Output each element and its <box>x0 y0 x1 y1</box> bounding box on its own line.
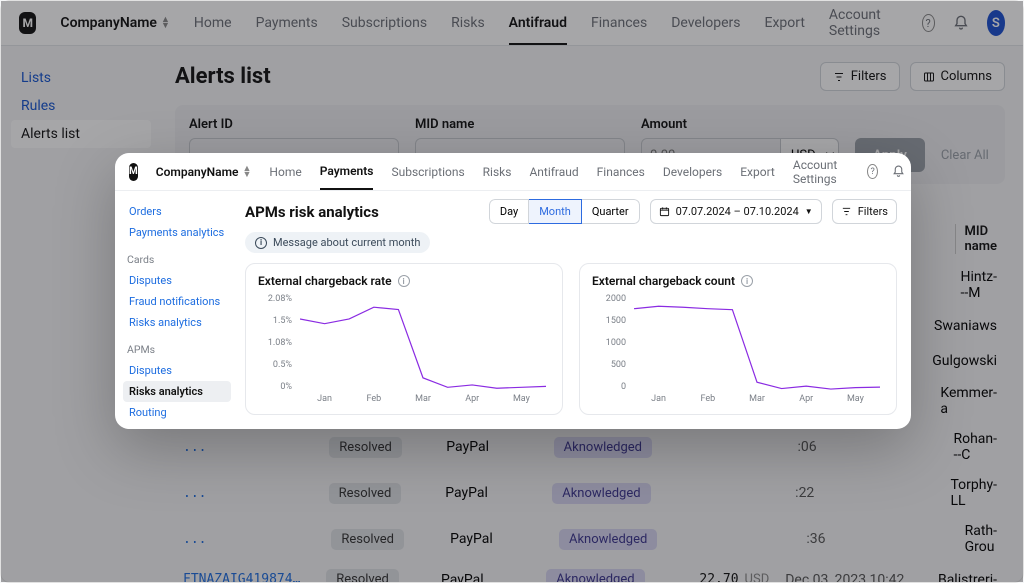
sidebar-section-header: APMs <box>127 343 231 356</box>
modal-sidebar-item[interactable]: Risks analytics <box>123 312 231 333</box>
x-tick: Mar <box>398 394 447 408</box>
chevron-sort-icon: ▲▼ <box>243 166 252 178</box>
sidebar-section-header: Cards <box>127 253 231 266</box>
segment-day[interactable]: Day <box>489 199 529 224</box>
modal-nav-risks[interactable]: Risks <box>483 165 512 179</box>
chart-title: External chargeback rate <box>258 274 392 288</box>
x-tick: Apr <box>448 394 497 408</box>
modal-sidebar-item[interactable]: Routing <box>123 402 231 423</box>
y-tick: 1500 <box>592 316 626 326</box>
modal-page-title: APMs risk analytics <box>245 203 379 221</box>
chart-card: External chargeback count i 2000 1500 1000 50… <box>579 263 897 415</box>
modal-nav-payments[interactable]: Payments <box>320 164 374 190</box>
help-icon[interactable]: ? <box>867 164 878 179</box>
modal-filters-button[interactable]: Filters <box>832 199 897 224</box>
modal-sidebar-item[interactable]: Payment links <box>123 423 231 429</box>
modal-company-switcher[interactable]: CompanyName ▲▼ <box>156 165 252 179</box>
modal-sidebar-item[interactable]: Orders <box>123 201 231 222</box>
y-tick: 0% <box>258 382 292 392</box>
modal-nav-subscriptions[interactable]: Subscriptions <box>391 165 464 179</box>
modal-account-settings-link[interactable]: Account Settings <box>793 158 854 186</box>
modal-sidebar-item[interactable]: Disputes <box>123 270 231 291</box>
message-pill: i Message about current month <box>245 232 430 253</box>
y-tick: 0.5% <box>258 360 292 370</box>
x-tick: Jan <box>634 394 683 408</box>
modal-logo-icon: M <box>129 163 138 181</box>
segment-month[interactable]: Month <box>529 199 582 224</box>
modal-sidebar: OrdersPayments analyticsCardsDisputesFra… <box>115 191 239 429</box>
time-segment: DayMonthQuarter <box>489 199 640 224</box>
x-tick: Feb <box>683 394 732 408</box>
segment-quarter[interactable]: Quarter <box>582 199 640 224</box>
y-tick: 2.08% <box>258 294 292 304</box>
x-tick: Jan <box>300 394 349 408</box>
bell-icon[interactable] <box>892 163 905 181</box>
modal-nav-finances[interactable]: Finances <box>597 165 645 179</box>
modal-nav-home[interactable]: Home <box>269 165 301 179</box>
y-tick: 500 <box>592 360 626 370</box>
filter-icon <box>841 206 852 217</box>
x-tick: May <box>497 394 546 408</box>
info-icon[interactable]: i <box>398 275 410 287</box>
modal-sidebar-item[interactable]: Fraud notifications <box>123 291 231 312</box>
modal-nav-developers[interactable]: Developers <box>663 165 722 179</box>
modal-nav-antifraud[interactable]: Antifraud <box>529 165 578 179</box>
chart-card: External chargeback rate i 2.08% 1.5% 1.08% 0… <box>245 263 563 415</box>
y-tick: 1.5% <box>258 316 292 326</box>
chart-line <box>300 307 546 388</box>
date-range-picker[interactable]: 07.07.2024 – 07.10.2024 ▼ <box>650 199 822 224</box>
modal-top-nav: M CompanyName ▲▼ Home Payments Subscriptio… <box>115 153 911 191</box>
chart-line <box>634 306 880 389</box>
y-tick: 1.08% <box>258 338 292 348</box>
x-tick: Mar <box>732 394 781 408</box>
x-tick: May <box>831 394 880 408</box>
modal-sidebar-item[interactable]: Payments analytics <box>123 222 231 243</box>
chart-title: External chargeback count <box>592 274 735 288</box>
analytics-modal: M CompanyName ▲▼ Home Payments Subscriptio… <box>115 153 911 429</box>
modal-sidebar-item[interactable]: Disputes <box>123 360 231 381</box>
y-tick: 2000 <box>592 294 626 304</box>
info-icon[interactable]: i <box>741 275 753 287</box>
y-tick: 0 <box>592 382 626 392</box>
x-tick: Feb <box>349 394 398 408</box>
x-tick: Apr <box>782 394 831 408</box>
modal-nav-export[interactable]: Export <box>740 165 775 179</box>
info-icon: i <box>255 237 267 249</box>
modal-sidebar-item[interactable]: Risks analytics <box>123 381 231 402</box>
calendar-icon <box>659 206 670 217</box>
y-tick: 1000 <box>592 338 626 348</box>
chevron-down-icon: ▼ <box>805 207 813 216</box>
